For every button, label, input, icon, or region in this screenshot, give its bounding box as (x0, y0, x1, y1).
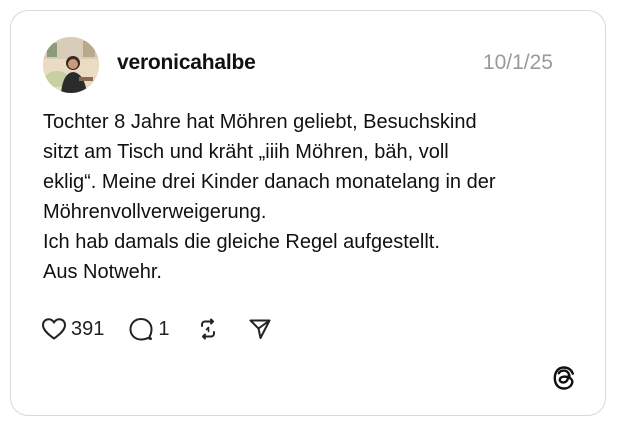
threads-logo-icon (553, 366, 574, 390)
reply-count: 1 (158, 317, 170, 340)
repost-button[interactable] (196, 317, 220, 341)
avatar-photo (43, 37, 99, 93)
repost-icon (200, 318, 215, 340)
avatar[interactable] (43, 37, 99, 93)
reply-button[interactable]: 1 (128, 317, 170, 341)
post-card: veronicahalbe 10/1/25 Tochter 8 Jahre ha… (10, 10, 606, 416)
like-count: 391 (71, 317, 105, 340)
post-text-line: Ich hab damals die gleiche Regel aufgest… (43, 231, 440, 253)
username[interactable]: veronicahalbe (117, 51, 256, 75)
post-text-line: eklig“. Meine drei Kinder danach monatel… (43, 171, 496, 193)
action-bar: 391 1 (41, 313, 272, 345)
share-send-icon (249, 319, 270, 339)
post-text-line: sitzt am Tisch und kräht „iiih Möhren, b… (43, 141, 449, 163)
post-date: 10/1/25 (482, 51, 553, 74)
reply-bubble-icon (129, 318, 153, 341)
threads-logo-icon[interactable] (551, 365, 577, 391)
post-text-line: Tochter 8 Jahre hat Möhren geliebt, Besu… (43, 111, 477, 133)
post-text: Tochter 8 Jahre hat Möhren geliebt, Besu… (43, 107, 583, 287)
post-text-line: Aus Notwehr. (43, 261, 162, 283)
share-button[interactable] (248, 317, 272, 341)
heart-icon (42, 318, 66, 340)
post-text-line: Möhrenvollverweigerung. (43, 201, 267, 223)
like-button[interactable]: 391 (41, 317, 104, 341)
